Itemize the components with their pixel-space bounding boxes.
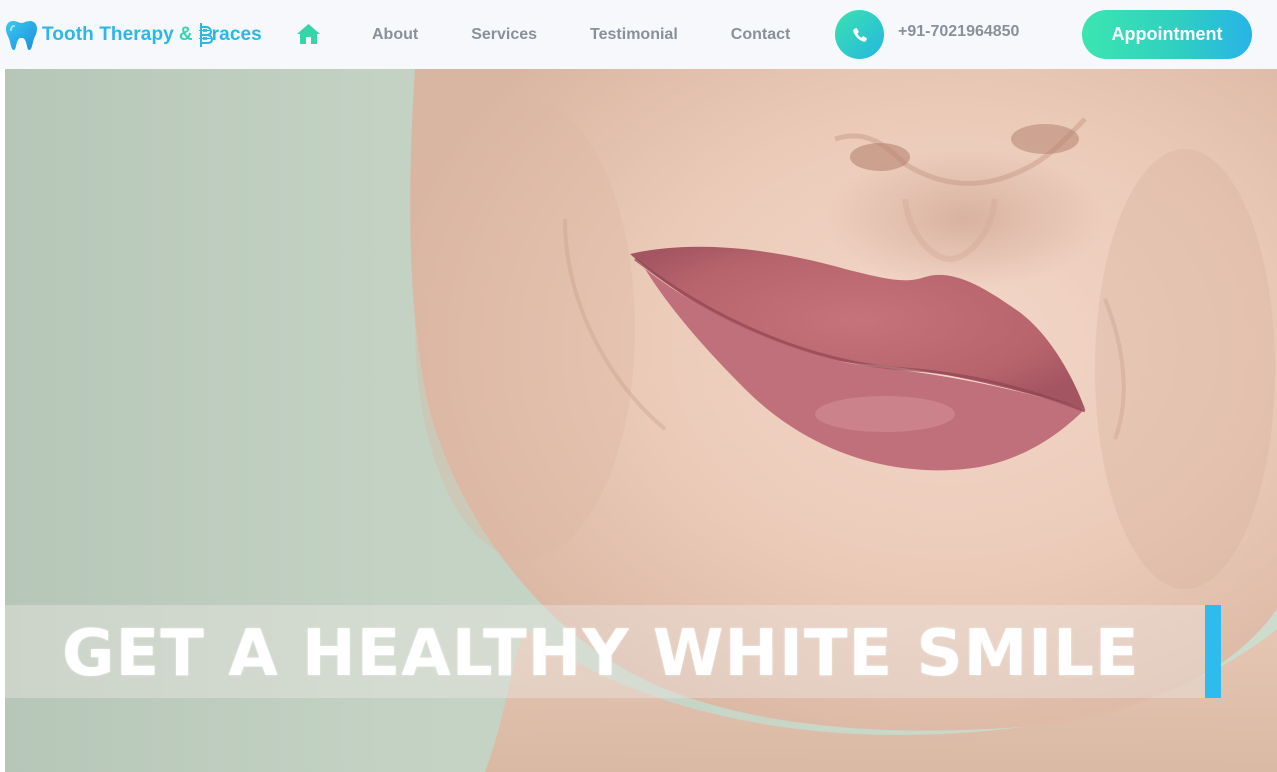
nav-link-testimonial[interactable]: Testimonial xyxy=(590,26,678,44)
nav-links: About Services Testimonial Contact xyxy=(372,26,790,44)
typing-cursor xyxy=(1205,605,1221,698)
nav-link-contact[interactable]: Contact xyxy=(731,26,791,44)
nav-link-services[interactable]: Services xyxy=(471,26,537,44)
phone-icon xyxy=(852,27,867,42)
brand-ampersand: & xyxy=(178,23,193,45)
navbar: Tooth Therapy & races About Services Tes xyxy=(0,0,1277,69)
nav-link-about[interactable]: About xyxy=(372,26,418,44)
hero-section: GET A HEALTHY WHITE SMILE xyxy=(5,69,1277,772)
home-link[interactable] xyxy=(296,23,321,50)
home-icon xyxy=(297,24,320,44)
appointment-button[interactable]: Appointment xyxy=(1082,10,1252,59)
brand-name-suffix: races xyxy=(211,23,262,45)
phone-number[interactable]: +91-7021964850 xyxy=(898,23,1019,41)
hero-caption: GET A HEALTHY WHITE SMILE xyxy=(62,617,1140,691)
tooth-icon xyxy=(6,21,37,50)
brand-name: Tooth Therapy xyxy=(42,23,174,45)
brand-logo[interactable]: Tooth Therapy & races xyxy=(6,19,262,50)
phone-button[interactable] xyxy=(835,10,884,59)
